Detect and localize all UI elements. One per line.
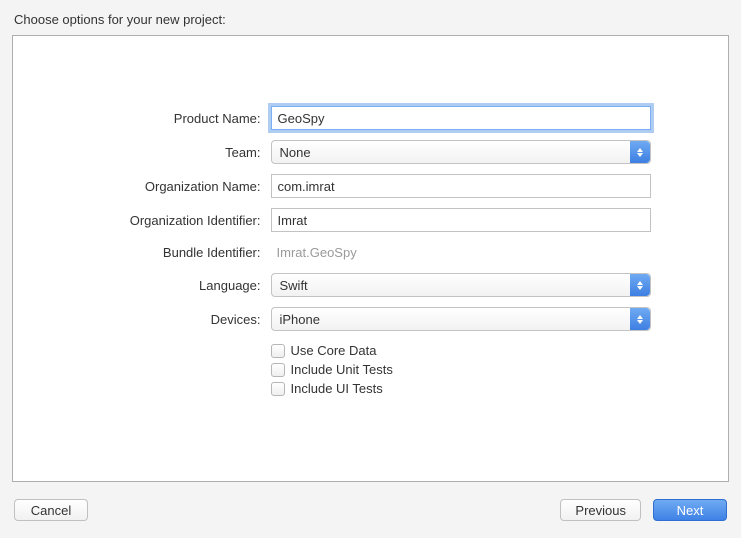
label-bundle-ident: Bundle Identifier: xyxy=(91,245,261,260)
label-devices: Devices: xyxy=(91,312,261,327)
team-popup-value: None xyxy=(280,145,311,160)
label-language: Language: xyxy=(91,278,261,293)
organization-name-input[interactable] xyxy=(271,174,651,198)
organization-identifier-input[interactable] xyxy=(271,208,651,232)
row-devices: Devices: iPhone xyxy=(91,307,651,331)
new-project-options-sheet: Choose options for your new project: Pro… xyxy=(0,0,741,538)
project-form: Product Name: Team: None Organiz xyxy=(91,106,651,400)
row-bundle-ident: Bundle Identifier: Imrat.GeoSpy xyxy=(91,242,651,263)
team-popup[interactable]: None xyxy=(271,140,651,164)
checkbox-include-unit-tests[interactable]: Include Unit Tests xyxy=(271,362,651,377)
chevron-up-down-icon xyxy=(630,308,650,330)
cancel-button[interactable]: Cancel xyxy=(14,499,88,521)
checkbox-include-ui-tests[interactable]: Include UI Tests xyxy=(271,381,651,396)
product-name-input[interactable] xyxy=(271,106,651,130)
checkbox-label-ui-tests: Include UI Tests xyxy=(291,381,383,396)
devices-popup[interactable]: iPhone xyxy=(271,307,651,331)
row-checkboxes: Use Core Data Include Unit Tests Include… xyxy=(91,341,651,400)
content-frame: Product Name: Team: None Organiz xyxy=(12,35,729,482)
row-product-name: Product Name: xyxy=(91,106,651,130)
next-button[interactable]: Next xyxy=(653,499,727,521)
checkbox-icon xyxy=(271,363,285,377)
checkbox-use-core-data[interactable]: Use Core Data xyxy=(271,343,651,358)
language-popup[interactable]: Swift xyxy=(271,273,651,297)
bundle-identifier-value: Imrat.GeoSpy xyxy=(271,242,651,263)
footer: Cancel Previous Next xyxy=(12,482,729,526)
previous-button[interactable]: Previous xyxy=(560,499,641,521)
label-team: Team: xyxy=(91,145,261,160)
row-org-ident: Organization Identifier: xyxy=(91,208,651,232)
row-org-name: Organization Name: xyxy=(91,174,651,198)
chevron-up-down-icon xyxy=(630,274,650,296)
chevron-up-down-icon xyxy=(630,141,650,163)
language-popup-value: Swift xyxy=(280,278,308,293)
checkbox-label-core-data: Use Core Data xyxy=(291,343,377,358)
row-language: Language: Swift xyxy=(91,273,651,297)
checkbox-label-unit-tests: Include Unit Tests xyxy=(291,362,393,377)
checkbox-icon xyxy=(271,344,285,358)
page-title: Choose options for your new project: xyxy=(14,12,729,27)
label-product-name: Product Name: xyxy=(91,111,261,126)
row-team: Team: None xyxy=(91,140,651,164)
checkbox-icon xyxy=(271,382,285,396)
label-org-ident: Organization Identifier: xyxy=(91,213,261,228)
label-org-name: Organization Name: xyxy=(91,179,261,194)
devices-popup-value: iPhone xyxy=(280,312,320,327)
